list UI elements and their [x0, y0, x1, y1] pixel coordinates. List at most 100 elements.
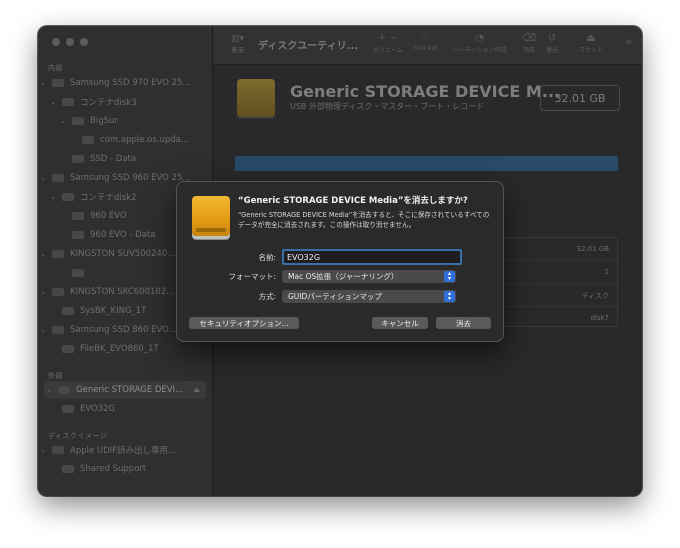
toolbar-button-label: 復元: [546, 47, 559, 54]
disk-image-icon: [52, 446, 64, 454]
dialog-message: “Generic STORAGE DEVICE Media”を消去すると、そこに…: [238, 211, 490, 229]
disk-size: 32.01 GB: [540, 85, 620, 111]
chevron-down-icon[interactable]: ⌄: [48, 98, 58, 106]
chevron-down-icon[interactable]: ⌄: [44, 386, 54, 394]
sidebar-section-images: ディスクイメージ: [48, 432, 108, 440]
drive-icon: [52, 288, 64, 296]
volume-icon: [72, 231, 84, 239]
info-value: disk7: [590, 314, 609, 322]
sidebar-item-label: SysBK_KING_1T: [80, 306, 147, 316]
sidebar-item-label: KINGSTON SUV500240...: [70, 249, 176, 259]
sidebar-item-samsung-970[interactable]: ⌄ Samsung SSD 970 EVO 25...: [38, 74, 206, 92]
sidebar-item-label: コンテナdisk2: [80, 193, 137, 203]
sidebar-item-label: 960 EVO - Data: [90, 230, 156, 240]
sidebar-item-generic-storage[interactable]: ⌄ Generic STORAGE DEVI... ⏏: [44, 381, 206, 399]
info-value: 32.01 GB: [576, 245, 610, 253]
name-label: 名前:: [258, 252, 276, 262]
name-field[interactable]: EVO32G: [282, 249, 462, 265]
drive-icon: [52, 174, 64, 182]
window-controls: [52, 38, 88, 46]
drive-icon: [58, 386, 70, 394]
sidebar-item-label: Samsung SSD 960 EVO 25...: [70, 173, 191, 183]
drive-icon: [52, 79, 64, 87]
window-title: ディスクユーティリ...: [258, 41, 359, 52]
more-chevron-icon[interactable]: »: [625, 35, 632, 48]
erase-button-toolbar[interactable]: ⌫ 消去: [522, 33, 536, 54]
close-button[interactable]: [52, 38, 60, 46]
info-value: ディスク: [581, 292, 609, 300]
sidebar-item-label: BigSur: [90, 116, 118, 126]
pie-icon: ◔: [475, 33, 485, 44]
sidebar-toggle-icon: ▥▾: [231, 34, 245, 44]
external-disk-icon: [237, 79, 275, 117]
toolbar-button-label: マウント: [579, 47, 604, 54]
chevron-down-icon[interactable]: ⌄: [58, 117, 68, 125]
view-button[interactable]: ▥▾ 表示: [231, 34, 244, 54]
volume-button[interactable]: ＋ − ボリューム: [373, 33, 403, 54]
erase-dialog: “Generic STORAGE DEVICE Media”を消去しますか? “…: [176, 181, 504, 342]
sidebar-item-label: EVO32G: [80, 404, 116, 414]
sidebar-item-evo32g[interactable]: EVO32G: [38, 400, 212, 418]
mount-button[interactable]: ⏏ マウント: [579, 33, 603, 54]
zoom-button[interactable]: [80, 38, 88, 46]
sidebar-item-shared-support[interactable]: Shared Support: [38, 460, 212, 478]
restore-icon: ↺: [547, 33, 557, 44]
security-options-button[interactable]: セキュリティオプション...: [189, 317, 299, 329]
sidebar-item-bigsur[interactable]: ⌄ BigSur: [38, 112, 212, 130]
sidebar-item-container-disk3[interactable]: ⌄ コンテナdisk3: [38, 93, 212, 111]
chevron-down-icon[interactable]: ⌄: [38, 288, 48, 296]
external-drive-icon: [192, 196, 230, 236]
chevron-down-icon[interactable]: ⌄: [38, 446, 48, 454]
erase-button[interactable]: 消去: [436, 317, 491, 329]
partition-button[interactable]: ◔ パーティション作成: [453, 33, 507, 54]
restore-button[interactable]: ↺ 復元: [546, 33, 558, 54]
sidebar-item-label: Apple UDIF読み出し専用...: [70, 446, 177, 456]
eject-icon[interactable]: ⏏: [193, 386, 200, 394]
scheme-row: 方式: GUIDパーティションマップ ▴ ▾: [176, 289, 504, 303]
toolbar-button-label: First Aid: [413, 45, 438, 52]
sidebar-item-label: 960 EVO: [90, 211, 127, 221]
container-icon: [62, 193, 74, 201]
sidebar-item-label: com.apple.os.upda...: [100, 135, 189, 145]
volume-icon: [72, 155, 84, 163]
sidebar-item-filebk[interactable]: FileBK_EVO860_1T: [38, 340, 212, 358]
volume-icon: [72, 212, 84, 220]
erase-icon: ⌫: [522, 33, 537, 44]
cancel-button[interactable]: キャンセル: [372, 317, 428, 329]
format-label: フォーマット:: [228, 271, 276, 281]
updown-chevron-icon: ▴ ▾: [444, 270, 455, 282]
sidebar-item-label: Generic STORAGE DEVI...: [76, 385, 184, 395]
toolbar-button-label: パーティション作成: [453, 47, 507, 54]
sidebar-item-label: Shared Support: [80, 464, 147, 474]
scheme-popup[interactable]: GUIDパーティションマップ ▴ ▾: [282, 289, 456, 303]
disk-title: Generic STORAGE DEVICE M...: [290, 82, 560, 101]
chevron-down-icon[interactable]: ⌄: [48, 193, 58, 201]
minimize-button[interactable]: [66, 38, 74, 46]
mount-icon: ⏏: [586, 33, 596, 44]
sidebar-item-os-update[interactable]: com.apple.os.upda...: [38, 131, 212, 149]
container-icon: [62, 98, 74, 106]
sidebar-section-external: 外部: [48, 372, 63, 380]
chevron-down-icon[interactable]: ⌄: [38, 326, 48, 334]
usage-bar: [235, 156, 618, 171]
chevron-down-icon[interactable]: ⌄: [38, 250, 48, 258]
stethoscope-icon: ♡: [420, 33, 430, 44]
sidebar-item-apple-udif[interactable]: ⌄ Apple UDIF読み出し専用...: [38, 441, 206, 459]
volume-icon: [82, 136, 94, 144]
toolbar-button-label: 消去: [523, 47, 536, 54]
updown-chevron-icon: ▴ ▾: [444, 290, 455, 302]
drive-icon: [52, 250, 64, 258]
sidebar-item-ssd-data[interactable]: SSD - Data: [38, 150, 212, 168]
chevron-down-icon[interactable]: ⌄: [38, 79, 48, 87]
chevron-down-icon[interactable]: ⌄: [38, 174, 48, 182]
info-value: 1: [604, 268, 609, 276]
scheme-label: 方式:: [258, 291, 276, 301]
name-value: EVO32G: [287, 252, 321, 262]
disk-subtitle: USB 外部物理ディスク・マスター・ブート・レコード: [290, 102, 485, 111]
volume-icon: [62, 465, 74, 473]
format-popup[interactable]: Mac OS拡張（ジャーナリング） ▴ ▾: [282, 269, 456, 283]
name-row: 名前: EVO32G: [176, 249, 504, 265]
sidebar-item-label: SSD - Data: [90, 154, 137, 164]
first-aid-button[interactable]: ♡ First Aid: [413, 33, 437, 52]
format-value: Mac OS拡張（ジャーナリング）: [288, 271, 399, 281]
